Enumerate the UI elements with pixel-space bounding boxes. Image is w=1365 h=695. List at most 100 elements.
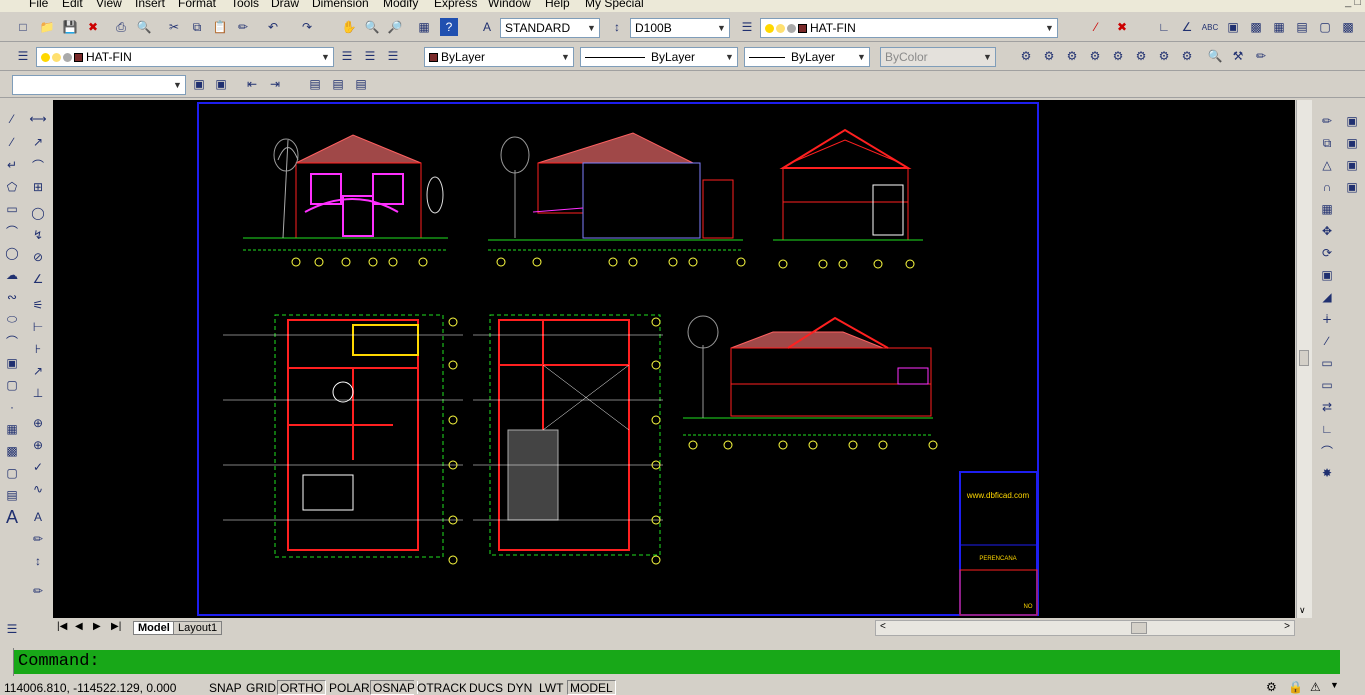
menu-dimension[interactable]: Dimension — [312, 0, 369, 10]
line-icon[interactable]: ⁄ — [3, 110, 21, 128]
dim-style-combo[interactable]: D100B ▼ — [630, 18, 730, 38]
zoom-icon[interactable]: 🔍 — [1206, 47, 1224, 65]
menu-express[interactable]: Express — [434, 0, 477, 10]
dim-arc-icon[interactable]: ⌒ — [29, 156, 47, 174]
dim-edit-icon[interactable]: ⊕ — [29, 436, 47, 454]
view-tool-6-icon[interactable]: ▤ — [329, 75, 347, 93]
region-icon[interactable]: ▢ — [1316, 18, 1334, 36]
status-tray-icon[interactable]: ⚠ — [1310, 680, 1321, 694]
tray-settings-icon[interactable]: ⚙ — [1266, 680, 1277, 694]
scroll-down-icon[interactable]: ∨ — [1299, 605, 1306, 616]
spline-icon[interactable]: ∾ — [3, 288, 21, 306]
menu-format[interactable]: Format — [178, 0, 216, 10]
scroll-left-icon[interactable]: < — [880, 621, 886, 632]
dim-jogged-icon[interactable]: ↯ — [29, 226, 47, 244]
brush-icon[interactable]: ✏ — [1252, 47, 1270, 65]
model-toggle[interactable]: MODEL — [567, 680, 616, 695]
dim-diameter-icon[interactable]: ⊘ — [29, 248, 47, 266]
layer-combo-top[interactable]: HAT-FIN ▼ — [760, 18, 1058, 38]
text-justify-icon[interactable]: ✏ — [29, 582, 47, 600]
menu-help[interactable]: Help — [545, 0, 570, 10]
view-tool-1-icon[interactable]: ▣ — [190, 75, 208, 93]
dyn-toggle[interactable]: DYN — [504, 680, 536, 695]
tab-layout1[interactable]: Layout1 — [173, 621, 223, 635]
layer-tool-2-icon[interactable]: ⚙ — [1040, 47, 1058, 65]
dim-style-icon[interactable]: ↕ — [608, 18, 626, 36]
break-point-icon[interactable]: ▭ — [1318, 354, 1336, 372]
undo-icon[interactable]: ↶ — [264, 18, 282, 36]
send-back-icon[interactable]: ▣ — [1343, 134, 1361, 152]
gradient-icon[interactable]: ▩ — [3, 442, 21, 460]
dim-update-icon[interactable]: ∿ — [29, 480, 47, 498]
move-icon[interactable]: ✥ — [1318, 222, 1336, 240]
break-icon[interactable]: ▭ — [1318, 376, 1336, 394]
view-tool-5-icon[interactable]: ▤ — [306, 75, 324, 93]
rotate-icon[interactable]: ⟳ — [1318, 244, 1336, 262]
ellipse-arc-icon[interactable]: ⌒ — [3, 332, 21, 350]
named-view-combo[interactable]: ▼ — [12, 75, 186, 95]
close-icon[interactable]: ✖ — [84, 18, 102, 36]
open-icon[interactable]: 📁 — [38, 18, 56, 36]
paste-icon[interactable]: 📋 — [211, 18, 229, 36]
drawing-canvas[interactable]: www.dbficad.com PERENCANA NO — [53, 100, 1295, 618]
lock-icon[interactable]: 🔒 — [1288, 680, 1303, 694]
layer-tool-3-icon[interactable]: ⚙ — [1063, 47, 1081, 65]
otrack-toggle[interactable]: OTRACK — [414, 680, 471, 695]
linetype-combo[interactable]: ByLayer ▼ — [580, 47, 738, 67]
block-icon[interactable]: ▣ — [1224, 18, 1242, 36]
layer-tool-7-icon[interactable]: ⚙ — [1155, 47, 1173, 65]
lwt-toggle[interactable]: LWT — [536, 680, 567, 695]
trim-icon[interactable]: ∔ — [1318, 310, 1336, 328]
menu-edit[interactable]: Edit — [62, 0, 83, 10]
insert-image-icon[interactable]: ▩ — [1247, 18, 1265, 36]
ellipse-icon[interactable]: ⬭ — [3, 310, 21, 328]
dim-radius-icon[interactable]: ◯ — [29, 204, 47, 222]
menu-tools[interactable]: Tools — [231, 0, 259, 10]
make-current-icon[interactable]: ☰ — [338, 47, 356, 65]
offset-icon[interactable]: ∩ — [1318, 178, 1336, 196]
tab-last-icon[interactable]: ▶| — [111, 621, 121, 632]
vertical-scrollbar[interactable]: ∨ — [1296, 100, 1312, 618]
menu-my-special[interactable]: My Special — [585, 0, 644, 10]
xref-icon[interactable]: ▩ — [1339, 18, 1357, 36]
scale-icon[interactable]: ▣ — [1318, 266, 1336, 284]
layer-tool-8-icon[interactable]: ⚙ — [1178, 47, 1196, 65]
mirror-icon[interactable]: △ — [1318, 156, 1336, 174]
help-icon[interactable]: ? — [440, 18, 458, 36]
pan-icon[interactable]: ✋ — [340, 18, 358, 36]
insert-block-icon[interactable]: ▣ — [3, 354, 21, 372]
dim-text-edit-icon[interactable]: ✓ — [29, 458, 47, 476]
layer-combo[interactable]: HAT-FIN ▼ — [36, 47, 334, 67]
match-properties-icon[interactable]: ✏ — [234, 18, 252, 36]
cut-icon[interactable]: ✂ — [165, 18, 183, 36]
copy-tool-icon[interactable]: ⧉ — [1318, 134, 1336, 152]
dim-ordinate-icon[interactable]: ⊞ — [29, 178, 47, 196]
abc-text-icon[interactable]: ABC — [1201, 18, 1219, 36]
menu-insert[interactable]: Insert — [135, 0, 165, 10]
dim-aligned-left-icon[interactable]: ↗ — [29, 133, 47, 151]
hatch-draw-icon[interactable]: ▦ — [3, 420, 21, 438]
view-tool-3-icon[interactable]: ⇤ — [243, 75, 261, 93]
line-tool-icon[interactable]: ⁄ — [1087, 18, 1105, 36]
grid-toggle[interactable]: GRID — [243, 680, 279, 695]
view-tool-4-icon[interactable]: ⇥ — [266, 75, 284, 93]
tolerance-icon[interactable]: ⊥ — [29, 384, 47, 402]
dim-style-left-icon[interactable]: A — [29, 508, 47, 526]
text-style-combo[interactable]: STANDARD ▼ — [500, 18, 600, 38]
color-combo[interactable]: ByLayer ▼ — [424, 47, 574, 67]
layer-tool-6-icon[interactable]: ⚙ — [1132, 47, 1150, 65]
ortho-toggle[interactable]: ORTHO — [277, 680, 327, 695]
save-icon[interactable]: 💾 — [61, 18, 79, 36]
dim-continue-icon[interactable]: ⊦ — [29, 340, 47, 358]
quick-dim-icon[interactable]: ⚟ — [29, 296, 47, 314]
erase-tool-icon[interactable]: ✏ — [1318, 112, 1336, 130]
menu-file[interactable]: File — [29, 0, 48, 10]
text-scale-icon[interactable]: ↕ — [29, 552, 47, 570]
menu-modify[interactable]: Modify — [383, 0, 418, 10]
make-block-icon[interactable]: ▢ — [3, 376, 21, 394]
more-tools-icon[interactable]: ☰ — [3, 620, 21, 638]
command-line[interactable]: Command: — [14, 650, 1340, 674]
arc-icon[interactable]: ⌒ — [3, 222, 21, 240]
paint-icon[interactable]: ⚒ — [1229, 47, 1247, 65]
join-icon[interactable]: ⇄ — [1318, 398, 1336, 416]
